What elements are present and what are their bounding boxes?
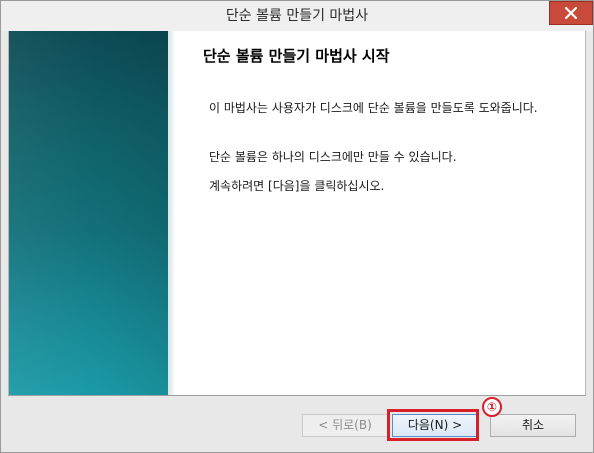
title-bar[interactable]: 단순 볼륨 만들기 마법사 [1, 1, 593, 31]
wizard-description: 이 마법사는 사용자가 디스크에 단순 볼륨을 만들도록 도와줍니다. [209, 101, 538, 115]
wizard-side-banner [9, 31, 168, 395]
close-button[interactable] [549, 1, 593, 25]
wizard-content [8, 31, 586, 395]
footer-divider [8, 395, 586, 396]
next-button[interactable]: 다음(N) > [392, 414, 478, 437]
wizard-window: 단순 볼륨 만들기 마법사 단순 볼륨 만들기 마법사 시작 이 마법사는 사용… [0, 0, 594, 453]
close-icon [565, 7, 577, 19]
side-banner-edge [168, 31, 174, 395]
window-title: 단순 볼륨 만들기 마법사 [225, 8, 369, 24]
wizard-note: 단순 볼륨은 하나의 디스크에만 만들 수 있습니다. [209, 150, 457, 164]
wizard-heading: 단순 볼륨 만들기 마법사 시작 [203, 47, 390, 65]
cancel-button[interactable]: 취소 [490, 414, 576, 437]
side-banner-shading [9, 31, 168, 395]
back-button[interactable]: < 뒤로(B) [302, 414, 388, 437]
wizard-instruction: 계속하려면 [다음]을 클릭하십시오. [209, 179, 385, 193]
step-number-marker: ① [482, 397, 502, 417]
